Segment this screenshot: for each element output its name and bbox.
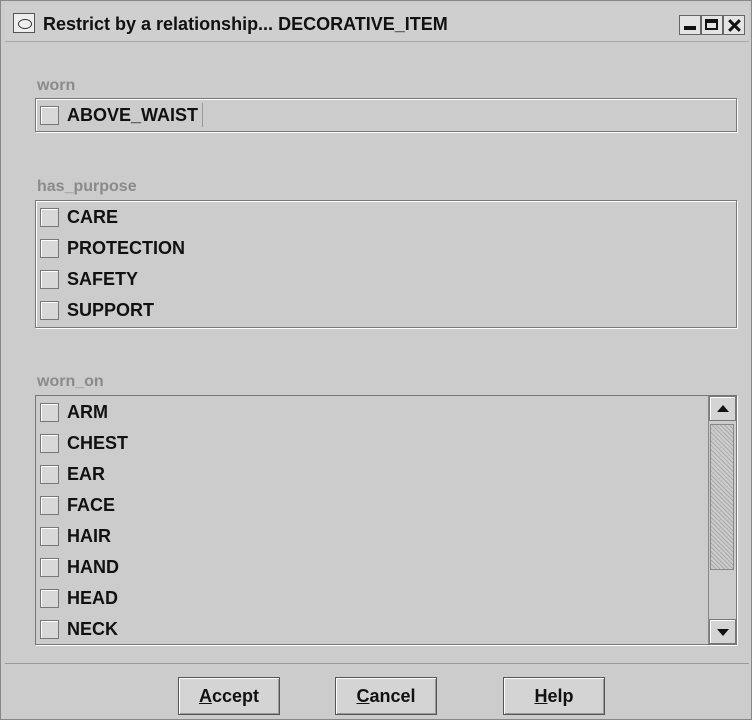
scroll-up-icon[interactable]	[709, 396, 736, 421]
scroll-down-icon[interactable]	[709, 619, 736, 644]
checkbox-label: SAFETY	[67, 268, 139, 289]
help-label: elp	[547, 685, 574, 706]
checkbox-item-neck[interactable]: NECK	[40, 617, 118, 641]
section-label-has-purpose: has_purpose	[37, 178, 137, 195]
title-bar[interactable]: Restrict by a relationship... DECORATIVE…	[5, 5, 749, 42]
checkbox[interactable]	[40, 402, 59, 422]
dialog-window: Restrict by a relationship... DECORATIVE…	[0, 0, 752, 720]
window-controls	[679, 15, 745, 35]
checkbox[interactable]	[40, 238, 59, 258]
checkbox[interactable]	[40, 269, 59, 289]
checkbox[interactable]	[40, 495, 59, 515]
checkbox-item-head[interactable]: HEAD	[40, 586, 118, 610]
checkbox[interactable]	[40, 526, 59, 546]
help-button[interactable]: Help	[503, 677, 605, 715]
checkbox[interactable]	[40, 464, 59, 484]
cancel-mnemonic: C	[356, 685, 370, 706]
checkbox-label: PROTECTION	[67, 237, 186, 258]
section-label-worn: worn	[37, 77, 76, 94]
accept-label: ccept	[211, 685, 260, 706]
checkbox[interactable]	[40, 105, 59, 125]
worn-group: ABOVE_WAIST	[35, 98, 737, 132]
checkbox[interactable]	[40, 588, 59, 608]
checkbox-item-ear[interactable]: EAR	[40, 462, 105, 486]
checkbox-label: CARE	[67, 206, 119, 227]
section-label-worn-on: worn_on	[37, 373, 104, 390]
checkbox-item-safety[interactable]: SAFETY	[40, 267, 138, 291]
checkbox[interactable]	[40, 207, 59, 227]
checkbox-label: HEAD	[67, 587, 119, 608]
checkbox-item-chest[interactable]: CHEST	[40, 431, 128, 455]
cancel-label: ancel	[369, 685, 416, 706]
checkbox-item-care[interactable]: CARE	[40, 205, 118, 229]
close-icon[interactable]	[723, 15, 745, 35]
checkbox-item-above-waist[interactable]: ABOVE_WAIST	[40, 103, 204, 127]
checkbox-item-hand[interactable]: HAND	[40, 555, 119, 579]
maximize-icon[interactable]	[701, 15, 723, 35]
cancel-button[interactable]: Cancel	[335, 677, 437, 715]
checkbox-item-support[interactable]: SUPPORT	[40, 298, 154, 322]
checkbox-label: HAND	[67, 556, 119, 577]
checkbox[interactable]	[40, 433, 59, 453]
checkbox[interactable]	[40, 619, 59, 639]
minimize-icon[interactable]	[679, 15, 701, 35]
has-purpose-group: CARE PROTECTION SAFETY SUPPORT	[35, 200, 737, 328]
vertical-scrollbar[interactable]	[708, 396, 736, 644]
app-icon[interactable]	[13, 13, 35, 33]
checkbox-label: ABOVE_WAIST	[67, 104, 199, 125]
checkbox[interactable]	[40, 557, 59, 577]
checkbox-label: SUPPORT	[67, 299, 155, 320]
checkbox-label: NECK	[67, 618, 119, 639]
checkbox-label: CHEST	[67, 432, 129, 453]
checkbox-label: ARM	[67, 401, 108, 422]
checkbox-item-hair[interactable]: HAIR	[40, 524, 111, 548]
accept-mnemonic: A	[198, 685, 212, 706]
help-mnemonic: H	[534, 685, 548, 706]
accept-button[interactable]: Accept	[178, 677, 280, 715]
checkbox-item-protection[interactable]: PROTECTION	[40, 236, 185, 260]
checkbox-label: EAR	[67, 463, 106, 484]
checkbox-label: HAIR	[67, 525, 111, 546]
checkbox[interactable]	[40, 300, 59, 320]
worn-on-list[interactable]: ARM CHEST EAR FACE HAIR HAND HEAD NECK	[35, 395, 737, 645]
checkbox-item-face[interactable]: FACE	[40, 493, 115, 517]
scroll-thumb[interactable]	[710, 424, 734, 570]
window-title: Restrict by a relationship... DECORATIVE…	[43, 14, 448, 34]
checkbox-label: FACE	[67, 494, 116, 515]
checkbox-item-arm[interactable]: ARM	[40, 400, 108, 424]
